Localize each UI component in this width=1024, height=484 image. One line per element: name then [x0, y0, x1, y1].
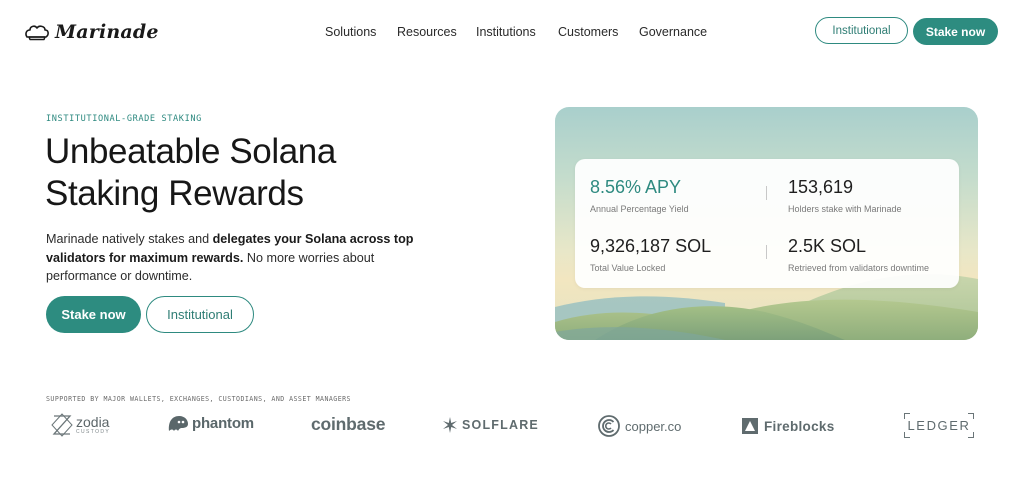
hero-desc-part-1: Marinade natively stakes and	[46, 232, 213, 246]
hero-title-line-2: Staking Rewards	[45, 174, 304, 213]
partner-zodia: zodia CUSTODY	[51, 412, 110, 438]
stat-apy-label: Annual Percentage Yield	[590, 204, 689, 214]
partner-ledger-name: LEDGER	[907, 418, 971, 433]
hero-description: Marinade natively stakes and delegates y…	[46, 230, 426, 286]
stat-holders-label: Holders stake with Marinade	[788, 204, 902, 214]
ledger-corner-tl	[904, 413, 910, 419]
hero-title-line-1: Unbeatable Solana	[45, 132, 336, 171]
partner-phantom: phantom	[167, 414, 254, 433]
triangle-box-icon	[742, 418, 758, 434]
header-institutional-button[interactable]: Institutional	[815, 17, 908, 44]
partner-phantom-name: phantom	[192, 415, 254, 432]
ledger-corner-tr	[968, 413, 974, 419]
partner-fireblocks-name: Fireblocks	[764, 418, 835, 434]
stat-divider	[766, 245, 767, 259]
partner-coinbase: coinbase	[311, 414, 386, 434]
partner-solflare-name: SOLFLARE	[462, 418, 539, 432]
ghost-icon	[168, 416, 188, 431]
stat-holders: 153,619 Holders stake with Marinade	[788, 176, 902, 214]
partner-solflare: SOLFLARE	[442, 417, 539, 433]
partner-copper: copper.co	[597, 414, 681, 438]
stat-tvl-label: Total Value Locked	[590, 263, 666, 273]
hero-eyebrow: INSTITUTIONAL-GRADE STAKING	[46, 114, 202, 124]
stat-retrieved-label: Retrieved from validators downtime	[788, 263, 930, 273]
stat-retrieved-value: 2.5K SOL	[788, 236, 867, 256]
partner-zodia-sub: CUSTODY	[76, 428, 111, 435]
stat-apy: 8.56% APY Annual Percentage Yield	[590, 176, 689, 214]
partners-title: SUPPORTED BY MAJOR WALLETS, EXCHANGES, C…	[46, 395, 351, 403]
stat-holders-value: 153,619	[788, 177, 854, 197]
nav-governance[interactable]: Governance	[639, 25, 707, 39]
hero-institutional-button[interactable]: Institutional	[146, 296, 254, 333]
ledger-corner-br	[968, 432, 974, 438]
stat-divider	[766, 186, 767, 200]
hero-title: Unbeatable Solana Staking Rewards	[45, 131, 336, 215]
nav-solutions[interactable]: Solutions	[325, 25, 376, 39]
stat-apy-value: 8.56% APY	[590, 177, 682, 197]
hero-stake-now-button[interactable]: Stake now	[46, 296, 141, 333]
nav-resources[interactable]: Resources	[397, 25, 457, 39]
sunburst-icon	[443, 417, 457, 433]
partner-copper-name: copper.co	[625, 418, 682, 434]
header-stake-now-button[interactable]: Stake now	[913, 18, 998, 45]
stat-tvl: 9,326,187 SOL Total Value Locked	[590, 235, 711, 273]
stat-tvl-value: 9,326,187 SOL	[590, 236, 712, 256]
nav-customers[interactable]: Customers	[558, 25, 618, 39]
site-header: Marinade Solutions Resources Institution…	[0, 0, 1024, 64]
partner-fireblocks: Fireblocks	[742, 418, 835, 434]
stat-retrieved: 2.5K SOL Retrieved from validators downt…	[788, 235, 929, 273]
partner-ledger: LEDGER	[904, 413, 974, 438]
nav-institutions[interactable]: Institutions	[476, 25, 536, 39]
ledger-corner-bl	[904, 432, 910, 438]
stats-panel: 8.56% APY Annual Percentage Yield 153,61…	[575, 159, 959, 288]
zodia-mark-icon	[51, 413, 73, 437]
copper-ring-icon	[598, 415, 620, 437]
partner-zodia-name: zodia	[76, 413, 110, 430]
